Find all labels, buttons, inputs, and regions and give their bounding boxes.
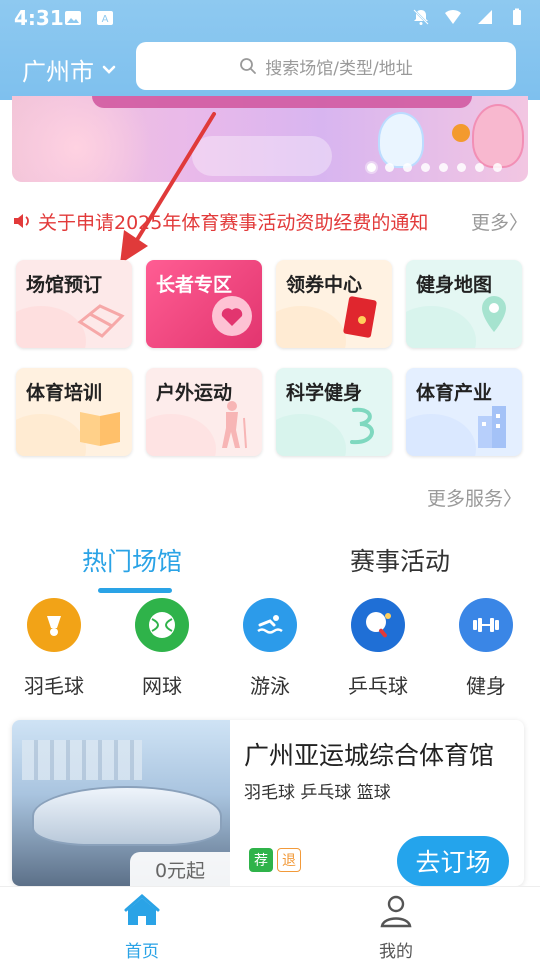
user-icon (380, 895, 412, 928)
fitness-curve-icon (350, 407, 374, 445)
sport-label: 乒乓球 (348, 674, 408, 698)
badminton-icon (27, 598, 81, 652)
banner-title-band (92, 96, 472, 108)
book-venue-button[interactable]: 去订场 (397, 836, 509, 886)
basketball-illustration (452, 124, 470, 142)
carousel-indicator[interactable] (367, 163, 502, 172)
book-icon (80, 412, 120, 446)
more-services-label: 更多服务 (426, 488, 503, 510)
search-icon (240, 58, 257, 74)
search-input[interactable]: 搜索场馆/类型/地址 (136, 42, 516, 90)
refund-badge: 退 (277, 848, 301, 872)
sport-label: 羽毛球 (24, 674, 84, 698)
recommend-badge: 荐 (249, 848, 273, 872)
tab-events[interactable]: 赛事活动 (350, 542, 450, 578)
heart-icon (212, 296, 252, 336)
sport-label: 网球 (142, 674, 182, 698)
fitness-icon (459, 598, 513, 652)
search-placeholder: 搜索场馆/类型/地址 (265, 58, 413, 79)
notice-more-link[interactable]: 更多〉 (471, 208, 528, 235)
bottom-navigation: 首页 我的 (0, 886, 540, 960)
nav-label: 我的 (379, 942, 413, 960)
red-envelope-icon (343, 296, 377, 338)
venue-sport-tags: 羽毛球 乒乓球 篮球 (244, 783, 391, 803)
sport-table-tennis[interactable]: 乒乓球 (338, 598, 418, 698)
notice-bar[interactable]: 关于申请2025年体育赛事活动资助经费的通知 更多〉 (12, 206, 528, 236)
service-fitness-map[interactable]: 健身地图 (406, 260, 522, 348)
sport-badminton[interactable]: 羽毛球 (14, 598, 94, 698)
status-time: 4:31 (14, 6, 64, 30)
table-tennis-icon (351, 598, 405, 652)
venue-card[interactable]: 0元起 广州亚运城综合体育馆 羽毛球 乒乓球 篮球 荐 退 去订场 (12, 720, 524, 886)
status-bar: 4:31 A (0, 0, 540, 36)
service-outdoor-sports[interactable]: 户外运动 (146, 368, 262, 456)
carousel-dot[interactable] (403, 163, 412, 172)
service-venue-booking[interactable]: 场馆预订 (16, 260, 132, 348)
image-icon (65, 11, 81, 25)
sport-tennis[interactable]: 网球 (122, 598, 202, 698)
building-icon (478, 406, 506, 448)
sport-swimming[interactable]: 游泳 (230, 598, 310, 698)
notifications-off-icon (413, 9, 429, 25)
carousel-dot[interactable] (493, 163, 502, 172)
city-selector[interactable]: 广州市 (22, 52, 116, 87)
keyboard-icon: A (97, 11, 113, 25)
speaker-icon (14, 214, 29, 228)
map-pin-icon (482, 296, 506, 332)
sport-fitness[interactable]: 健身 (446, 598, 526, 698)
mascot-illustration-pink (472, 104, 524, 168)
more-services-link[interactable]: 更多服务〉 (427, 484, 522, 511)
venue-price: 0元起 (130, 852, 230, 886)
hiker-icon (222, 401, 247, 449)
carousel-dot[interactable] (457, 163, 466, 172)
nav-label: 首页 (125, 942, 159, 960)
notice-more-label: 更多 (470, 212, 509, 234)
venue-photo: 0元起 (12, 720, 230, 886)
city-label: 广州市 (22, 58, 94, 86)
sport-label: 游泳 (250, 674, 290, 698)
service-scientific-fitness[interactable]: 科学健身 (276, 368, 392, 456)
top-header: 4:31 A 广州市 搜索场馆/类型/地址 (0, 0, 540, 100)
promo-banner[interactable] (12, 96, 528, 182)
carousel-dot[interactable] (439, 163, 448, 172)
swimming-icon (243, 598, 297, 652)
active-tab-indicator (98, 588, 172, 593)
nav-home[interactable]: 首页 (82, 893, 202, 960)
carousel-dot[interactable] (475, 163, 484, 172)
mascot-illustration (378, 112, 424, 168)
home-icon (124, 894, 160, 925)
service-senior-zone[interactable]: 长者专区 (146, 260, 262, 348)
chevron-down-icon (102, 65, 116, 74)
signal-icon (478, 10, 492, 24)
carousel-dot[interactable] (421, 163, 430, 172)
venue-title: 广州亚运城综合体育馆 (244, 741, 495, 770)
red-arrow-annotation (120, 112, 216, 264)
service-sports-industry[interactable]: 体育产业 (406, 368, 522, 456)
tab-popular-venues[interactable]: 热门场馆 (82, 542, 182, 578)
sport-label: 健身 (466, 674, 506, 698)
service-coupon-center[interactable]: 领券中心 (276, 260, 392, 348)
notice-text[interactable]: 关于申请2025年体育赛事活动资助经费的通知 (38, 208, 428, 235)
nav-profile[interactable]: 我的 (336, 893, 456, 960)
battery-icon (513, 8, 521, 25)
court-icon (77, 304, 125, 338)
carousel-dot[interactable] (385, 163, 394, 172)
tennis-icon (135, 598, 189, 652)
svg-text:A: A (102, 14, 109, 25)
service-sports-training[interactable]: 体育培训 (16, 368, 132, 456)
carousel-dot[interactable] (367, 163, 376, 172)
wifi-icon (445, 9, 461, 24)
